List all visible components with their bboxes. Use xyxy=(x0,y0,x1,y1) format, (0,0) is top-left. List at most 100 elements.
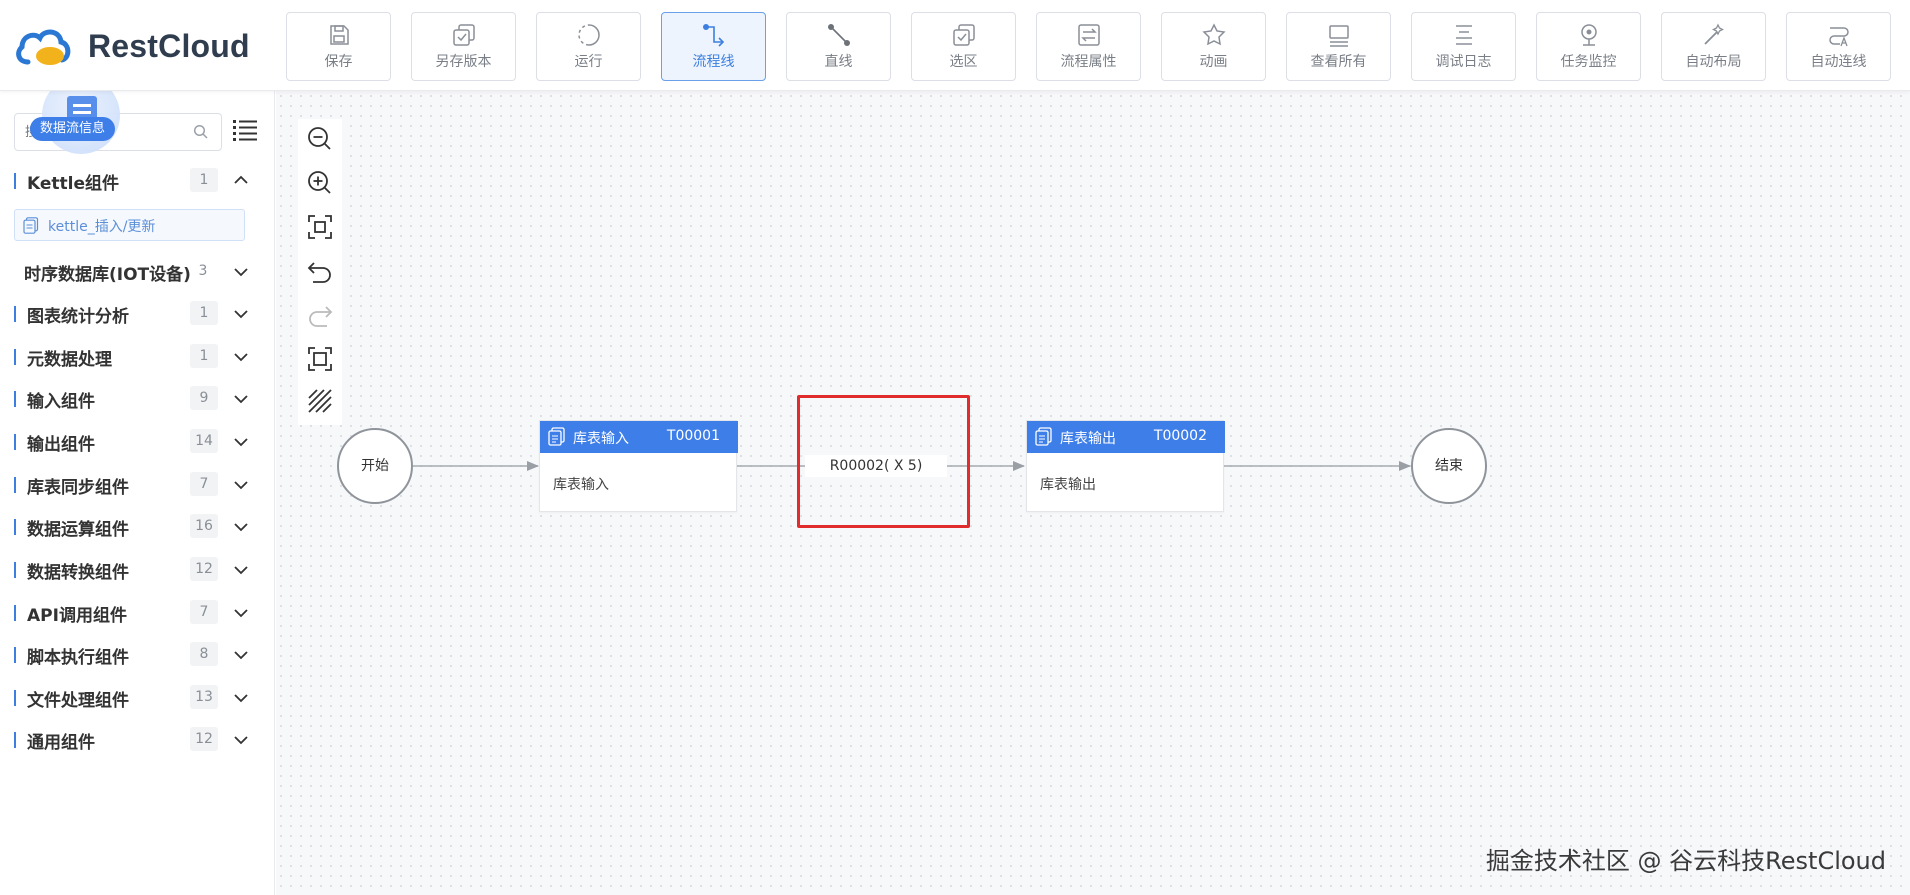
actual-size-icon[interactable] xyxy=(306,345,334,373)
category-accent-bar xyxy=(14,477,16,493)
category-count: 7 xyxy=(190,472,218,496)
category-accent-bar xyxy=(14,605,16,621)
flow-props-icon xyxy=(1076,22,1102,48)
flow-canvas[interactable]: 开始 库表输入 T00001 库表输入 R00002( X 5) 库表输出 T0… xyxy=(276,91,1910,895)
app-header: RestCloud 保存 另存版本 运行 流程线 直线 选区 流程属性 动画 查看所有 调试日志 任… xyxy=(0,0,1910,91)
straight-line-icon xyxy=(826,22,852,48)
component-sidebar: 数据流信息 Kettle组件 1 时序数据库(IOT设备)3 图表统计分析 1 元数据处理… xyxy=(0,76,275,895)
category-name: API调用组件 xyxy=(27,606,127,626)
toolbar-button-debug-log[interactable]: 调试日志 xyxy=(1411,12,1516,81)
chevron-down-icon[interactable] xyxy=(232,731,250,749)
toolbar-button-flow-line[interactable]: 流程线 xyxy=(661,12,766,81)
flow-line-icon xyxy=(701,22,727,48)
kettle-item-label: kettle_插入/更新 xyxy=(48,219,156,235)
chevron-down-icon[interactable] xyxy=(232,390,250,408)
category-item[interactable]: 图表统计分析 1 xyxy=(0,298,275,328)
chevron-down-icon[interactable] xyxy=(232,476,250,494)
task-node-header: 库表输出 T00002 xyxy=(1027,421,1225,453)
category-item[interactable]: 输入组件 9 xyxy=(0,383,275,413)
category-accent-bar xyxy=(14,732,16,748)
category-item[interactable]: 通用组件 12 xyxy=(0,724,275,754)
category-item[interactable]: 数据转换组件 12 xyxy=(0,554,275,584)
task-node-input[interactable]: 库表输入 T00001 库表输入 xyxy=(539,420,738,512)
table-output-icon xyxy=(1035,427,1052,446)
view-all-icon xyxy=(1326,22,1352,48)
redo-icon[interactable] xyxy=(306,301,334,329)
edge-label[interactable]: R00002( X 5) xyxy=(805,455,947,477)
list-view-icon[interactable] xyxy=(233,119,257,141)
kettle-insert-update-item[interactable]: kettle_插入/更新 xyxy=(14,209,245,241)
category-name: 图表统计分析 xyxy=(27,307,129,327)
end-node[interactable]: 结束 xyxy=(1411,428,1487,504)
toolbar-button-label: 运行 xyxy=(574,54,603,70)
category-count: 7 xyxy=(190,600,218,624)
zoom-out-icon[interactable] xyxy=(306,125,334,153)
category-accent-bar xyxy=(14,434,16,450)
app-logo: RestCloud xyxy=(14,26,250,66)
task-node-output[interactable]: 库表输出 T00002 库表输出 xyxy=(1026,420,1225,512)
task-node-header: 库表输入 T00001 xyxy=(540,421,738,453)
animation-icon xyxy=(1201,22,1227,48)
chevron-down-icon[interactable] xyxy=(232,433,250,451)
category-item[interactable]: 输出组件 14 xyxy=(0,426,275,456)
dataflow-info-label[interactable]: 数据流信息 xyxy=(30,117,116,141)
chevron-down-icon[interactable] xyxy=(232,305,250,323)
category-count: 1 xyxy=(190,301,218,325)
chevron-up-icon[interactable] xyxy=(232,172,250,190)
chevron-down-icon[interactable] xyxy=(232,689,250,707)
toolbar-button-save-as[interactable]: 另存版本 xyxy=(411,12,516,81)
toolbar-button-task-monitor[interactable]: 任务监控 xyxy=(1536,12,1641,81)
category-accent-bar xyxy=(14,647,16,663)
toolbar-button-run[interactable]: 运行 xyxy=(536,12,641,81)
toolbar-button-flow-props[interactable]: 流程属性 xyxy=(1036,12,1141,81)
chevron-down-icon[interactable] xyxy=(232,561,250,579)
toolbar-button-save[interactable]: 保存 xyxy=(286,12,391,81)
chevron-down-icon[interactable] xyxy=(232,263,250,281)
undo-icon[interactable] xyxy=(306,257,334,285)
toolbar-button-auto-connect[interactable]: 自动连线 xyxy=(1786,12,1891,81)
task-node-title: 库表输出 xyxy=(1060,431,1116,447)
category-name: 通用组件 xyxy=(27,733,95,753)
category-accent-bar xyxy=(14,391,16,407)
task-node-id: T00002 xyxy=(1153,428,1207,444)
category-name: 文件处理组件 xyxy=(27,691,129,711)
category-count: 12 xyxy=(190,727,218,751)
toolbar-button-auto-layout[interactable]: 自动布局 xyxy=(1661,12,1766,81)
fit-view-icon[interactable] xyxy=(306,213,334,241)
category-item[interactable]: 时序数据库(IOT设备) 3 xyxy=(0,256,275,286)
grid-toggle-icon[interactable] xyxy=(306,387,334,415)
category-item[interactable]: 数据运算组件 16 xyxy=(0,511,275,541)
category-item[interactable]: 文件处理组件 13 xyxy=(0,682,275,712)
category-count: 1 xyxy=(190,168,218,192)
chevron-down-icon[interactable] xyxy=(232,646,250,664)
toolbar-button-label: 选区 xyxy=(949,54,978,70)
task-node-id: T00001 xyxy=(666,428,720,444)
chevron-down-icon[interactable] xyxy=(232,518,250,536)
toolbar-button-label: 另存版本 xyxy=(435,54,492,70)
category-name: Kettle组件 xyxy=(27,174,120,194)
start-node[interactable]: 开始 xyxy=(337,428,413,504)
debug-log-icon xyxy=(1451,22,1477,48)
toolbar-button-label: 保存 xyxy=(324,54,353,70)
chevron-down-icon[interactable] xyxy=(232,604,250,622)
toolbar-button-straight-line[interactable]: 直线 xyxy=(786,12,891,81)
category-item[interactable]: Kettle组件 1 xyxy=(0,165,275,195)
toolbar-button-label: 调试日志 xyxy=(1435,54,1492,70)
save-icon xyxy=(326,22,352,48)
category-accent-bar xyxy=(14,349,16,365)
category-item[interactable]: 库表同步组件 7 xyxy=(0,469,275,499)
category-accent-bar xyxy=(14,173,16,189)
category-name: 元数据处理 xyxy=(27,350,112,370)
chevron-down-icon[interactable] xyxy=(232,348,250,366)
search-icon[interactable] xyxy=(193,124,209,140)
category-item[interactable]: API调用组件 7 xyxy=(0,597,275,627)
category-item[interactable]: 元数据处理 1 xyxy=(0,341,275,371)
category-accent-bar xyxy=(14,562,16,578)
category-item[interactable]: 脚本执行组件 8 xyxy=(0,639,275,669)
toolbar-button-view-all[interactable]: 查看所有 xyxy=(1286,12,1391,81)
zoom-in-icon[interactable] xyxy=(306,169,334,197)
toolbar-button-select-area[interactable]: 选区 xyxy=(911,12,1016,81)
toolbar-button-animation[interactable]: 动画 xyxy=(1161,12,1266,81)
watermark: 掘金技术社区 @ 谷云科技RestCloud xyxy=(1485,847,1886,875)
category-name: 数据转换组件 xyxy=(27,563,129,583)
